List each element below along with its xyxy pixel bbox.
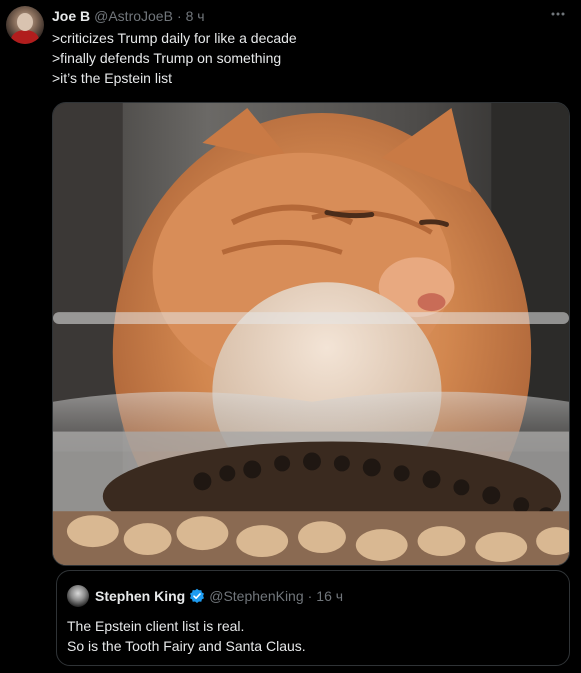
quoted-header-separator: · — [307, 588, 313, 604]
quoted-author-handle[interactable]: @StephenKing — [209, 588, 303, 604]
tweet-line: >finally defends Trump on something — [52, 50, 282, 66]
cat-photo — [53, 103, 569, 565]
quoted-tweet-line: So is the Tooth Fairy and Santa Claus. — [67, 638, 306, 654]
tweet-line: >it’s the Epstein list — [52, 70, 172, 86]
quoted-tweet-line: The Epstein client list is real. — [67, 618, 245, 634]
avatar-face — [17, 13, 33, 31]
tweet-text: >criticizes Trump daily for like a decad… — [52, 28, 297, 88]
quoted-tweet-header: Stephen King @StephenKing · 16 ч — [95, 585, 343, 607]
tweet-timestamp[interactable]: 8 ч — [186, 8, 205, 24]
quoted-author-name[interactable]: Stephen King — [95, 588, 185, 604]
avatar-shirt — [11, 30, 39, 44]
quoted-tweet[interactable]: Stephen King @StephenKing · 16 ч The Eps… — [56, 570, 570, 666]
tweet-line: >criticizes Trump daily for like a decad… — [52, 30, 297, 46]
quoted-tweet-timestamp[interactable]: 16 ч — [316, 588, 343, 604]
tweet[interactable]: Joe B @AstroJoeB · 8 ч >criticizes Trump… — [0, 0, 581, 673]
more-icon-svg — [551, 12, 565, 16]
quoted-tweet-text: The Epstein client list is real. So is t… — [67, 616, 306, 656]
tweet-media-image[interactable] — [52, 102, 570, 566]
header-separator: · — [176, 8, 182, 24]
tweet-header: Joe B @AstroJoeB · 8 ч — [52, 6, 205, 26]
verified-badge-svg — [190, 588, 205, 603]
more-horizontal-icon[interactable] — [549, 8, 567, 20]
author-name[interactable]: Joe B — [52, 8, 90, 24]
author-avatar[interactable] — [6, 6, 44, 44]
author-handle[interactable]: @AstroJoeB — [94, 8, 173, 24]
quoted-author-avatar[interactable] — [67, 585, 89, 607]
verified-badge-icon — [189, 588, 205, 604]
